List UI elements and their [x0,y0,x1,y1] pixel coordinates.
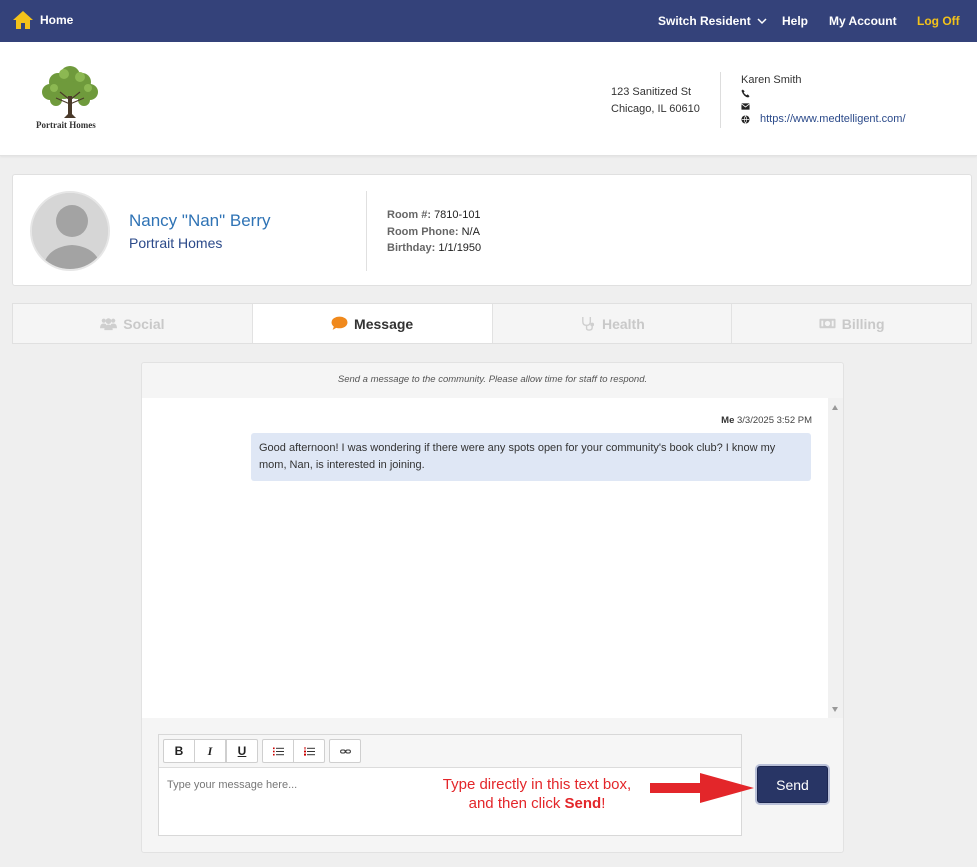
website-row: https://www.medtelligent.com/ [741,113,906,126]
phone-row [741,87,906,100]
message-thread[interactable]: Me 3/3/2025 3:52 PM Good afternoon! I wa… [142,398,828,718]
community-address: 123 Sanitized St Chicago, IL 60610 [611,84,700,118]
home-icon [13,11,33,29]
italic-button[interactable]: I [194,739,226,763]
send-button[interactable]: Send [757,766,828,803]
scroll-up-arrow-icon[interactable] [832,405,838,410]
phone-icon [741,89,750,98]
room-phone-row: Room Phone: N/A [387,224,481,241]
section-tabs: Social Message Health Billing [12,303,972,344]
user-silhouette-icon [32,193,108,269]
my-account-link[interactable]: My Account [829,14,897,28]
card-divider [366,191,367,271]
editor-toolbar: B I U [159,735,741,768]
address-line-1: 123 Sanitized St [611,86,692,98]
bulleted-list-button[interactable] [262,739,294,763]
annotation-line-1: Type directly in this text box, [442,776,632,793]
message-meta: Me 3/3/2025 3:52 PM [721,415,812,426]
thread-scrollbar[interactable] [828,398,843,718]
avatar [30,191,110,271]
room-phone-value: N/A [461,225,480,238]
message-timestamp: 3/3/2025 3:52 PM [737,415,812,426]
home-label: Home [40,13,74,27]
annotation-send-word: Send [564,795,602,812]
room-number-value: 7810-101 [434,209,481,221]
red-arrow-icon [650,773,754,803]
switch-resident-dropdown[interactable]: Switch Resident [658,14,767,28]
users-icon [100,318,118,331]
tab-social[interactable]: Social [13,304,253,343]
home-link[interactable]: Home [12,10,73,30]
address-line-2: Chicago, IL 60610 [611,103,700,115]
tab-health[interactable]: Health [493,304,733,343]
message-sender: Me [721,415,735,426]
switch-resident-label: Switch Resident [658,14,751,28]
tab-message[interactable]: Message [252,304,493,343]
numbered-list-button[interactable] [293,739,325,763]
stethoscope-icon [582,316,595,331]
resident-community: Portrait Homes [129,235,223,251]
annotation-line-2-end: ! [601,795,606,812]
email-row [741,100,906,113]
annotation-line-2-start: and then click [468,795,565,812]
insert-link-button[interactable] [329,739,361,763]
instruction-annotation: Type directly in this text box, and then… [430,775,644,813]
chat-bubble-icon [331,316,348,330]
scroll-down-arrow-icon[interactable] [832,707,838,712]
chevron-down-icon [757,17,767,24]
room-number-label: Room #: [387,209,431,221]
tab-health-label: Health [601,315,645,332]
numbered-list-icon [303,746,315,756]
link-icon [339,749,351,753]
log-off-link[interactable]: Log Off [917,14,960,28]
tab-billing-label: Billing [841,315,885,332]
resident-card: Nancy "Nan" Berry Portrait Homes Room #:… [12,174,972,286]
bulleted-list-icon [272,747,284,755]
room-number-row: Room #: 7810-101 [387,207,481,224]
money-bill-icon [819,318,836,329]
tab-message-label: Message [354,315,414,332]
underline-button[interactable]: U [226,739,258,763]
tab-billing[interactable]: Billing [732,304,971,343]
room-phone-label: Room Phone: [387,225,459,238]
help-link[interactable]: Help [782,14,808,28]
message-instructions: Send a message to the community. Please … [337,374,648,385]
contact-name: Karen Smith [741,74,802,86]
bold-button[interactable]: B [163,739,195,763]
annotation-line-2: and then click Send! [430,794,644,813]
resident-details: Room #: 7810-101 Room Phone: N/A Birthda… [387,207,481,257]
tab-social-label: Social [123,315,165,332]
envelope-icon [741,103,750,110]
website-link[interactable]: https://www.medtelligent.com/ [760,113,906,126]
contact-info: Karen Smith https://www.medtelligent.com… [741,74,906,126]
top-nav: Home Switch Resident Help My Account Log… [0,0,977,42]
globe-icon [741,115,750,124]
community-header: Portrait Homes 123 Sanitized St Chicago,… [0,42,977,156]
birthday-row: Birthday: 1/1/1950 [387,240,481,257]
logo-text: Portrait Homes [36,120,96,130]
message-bubble: Good afternoon! I was wondering if there… [251,433,811,481]
header-divider [720,72,721,128]
message-panel: Send a message to the community. Please … [141,362,844,853]
birthday-label: Birthday: [387,242,436,254]
resident-name: Nancy "Nan" Berry [129,211,271,230]
birthday-value: 1/1/1950 [438,242,482,254]
